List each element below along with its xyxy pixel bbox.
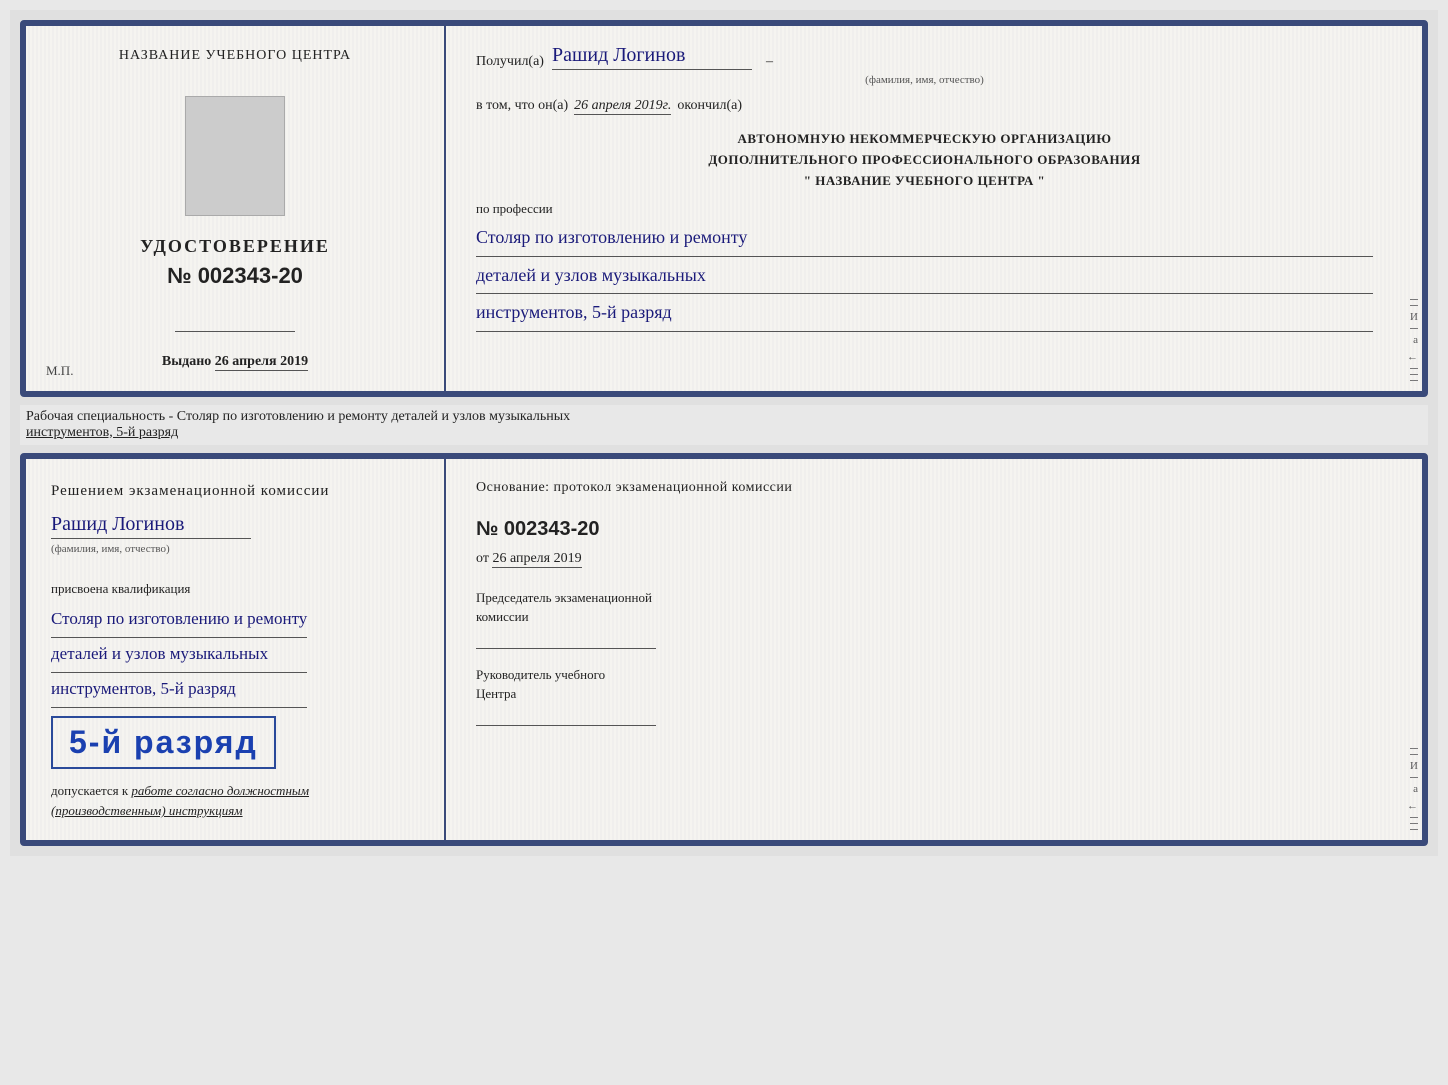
from-prefix: от xyxy=(476,551,489,566)
in-that-line: в том, что он(а) 26 апреля 2019г. окончи… xyxy=(476,98,1373,115)
issued-prefix: Выдано xyxy=(162,354,211,369)
page-wrapper: НАЗВАНИЕ УЧЕБНОГО ЦЕНТРА УДОСТОВЕРЕНИЕ №… xyxy=(10,10,1438,856)
edge-bar xyxy=(1410,817,1418,818)
edge-bar xyxy=(1410,823,1418,824)
org-line1: АВТОНОМНУЮ НЕКОММЕРЧЕСКУЮ ОРГАНИЗАЦИЮ xyxy=(476,129,1373,150)
profession-line1: Столяр по изготовлению и ремонту xyxy=(476,221,1373,256)
between-label: Рабочая специальность - Столяр по изгото… xyxy=(20,405,1428,445)
from-date: от 26 апреля 2019 xyxy=(476,551,1373,568)
edge-bar xyxy=(1410,299,1418,300)
recipient-name-bottom: Рашид Логинов xyxy=(51,513,251,539)
photo-placeholder xyxy=(185,96,285,216)
rank-text: 5-й разряд xyxy=(69,724,258,760)
director-block: Руководитель учебного Центра xyxy=(476,665,1373,726)
chairman-title: Председатель экзаменационной комиссии xyxy=(476,588,1373,627)
top-right-panel: Получил(а) Рашид Логинов – (фамилия, имя… xyxy=(446,26,1403,391)
director-title-2: Центра xyxy=(476,686,516,701)
rank-highlight-box: 5-й разряд xyxy=(51,716,276,769)
basis-title: Основание: протокол экзаменационной коми… xyxy=(476,477,1373,498)
cert-label: УДОСТОВЕРЕНИЕ xyxy=(140,236,330,257)
director-signature-line xyxy=(476,708,656,726)
issued-line: Выдано 26 апреля 2019 xyxy=(162,354,308,371)
name-subtitle-bottom: (фамилия, имя, отчество) xyxy=(51,543,170,555)
issued-date: 26 апреля 2019 xyxy=(215,354,308,371)
recipient-name-top: Рашид Логинов xyxy=(552,44,752,70)
mp-label: М.П. xyxy=(46,363,73,379)
chairman-title-1: Председатель экзаменационной xyxy=(476,590,652,605)
admits-prefix: допускается к xyxy=(51,783,128,798)
top-document-card: НАЗВАНИЕ УЧЕБНОГО ЦЕНТРА УДОСТОВЕРЕНИЕ №… xyxy=(20,20,1428,397)
edge-bar xyxy=(1410,305,1418,306)
edge-bar xyxy=(1410,829,1418,830)
admits-line: допускается к работе согласно должностны… xyxy=(51,781,309,820)
bottom-right-edge: И а ← xyxy=(1403,459,1422,841)
top-center-title: НАЗВАНИЕ УЧЕБНОГО ЦЕНТРА xyxy=(119,46,351,66)
top-left-panel: НАЗВАНИЕ УЧЕБНОГО ЦЕНТРА УДОСТОВЕРЕНИЕ №… xyxy=(26,26,446,391)
org-line2: ДОПОЛНИТЕЛЬНОГО ПРОФЕССИОНАЛЬНОГО ОБРАЗО… xyxy=(476,150,1373,171)
qualification-handwritten: Столяр по изготовлению и ремонту деталей… xyxy=(51,603,307,709)
org-block: АВТОНОМНУЮ НЕКОММЕРЧЕСКУЮ ОРГАНИЗАЦИЮ ДО… xyxy=(476,129,1373,191)
in-that-date: 26 апреля 2019г. xyxy=(574,98,671,115)
qual-line2: деталей и узлов музыкальных xyxy=(51,638,307,673)
protocol-number: № 002343-20 xyxy=(476,518,1373,541)
chairman-signature-line xyxy=(476,631,656,649)
profession-handwritten: Столяр по изготовлению и ремонту деталей… xyxy=(476,221,1373,331)
edge-bar xyxy=(1410,368,1418,369)
finished-label: окончил(а) xyxy=(677,98,742,114)
edge-letter-a2: а xyxy=(1413,783,1418,795)
profession-line2: деталей и узлов музыкальных xyxy=(476,259,1373,294)
profession-line3: инструментов, 5-й разряд xyxy=(476,296,1373,331)
bottom-document-card: Решением экзаменационной комиссии Рашид … xyxy=(20,453,1428,847)
org-line3: " НАЗВАНИЕ УЧЕБНОГО ЦЕНТРА " xyxy=(476,171,1373,192)
qual-line1: Столяр по изготовлению и ремонту xyxy=(51,603,307,638)
edge-letter-i2: И xyxy=(1410,760,1418,772)
edge-letter-i: И xyxy=(1410,311,1418,323)
commission-title: Решением экзаменационной комиссии xyxy=(51,479,329,503)
assigned-label: присвоена квалификация xyxy=(51,581,190,597)
admits-text2: (производственным) инструкциям xyxy=(51,803,243,818)
edge-letter-a: а xyxy=(1413,334,1418,346)
in-that-prefix: в том, что он(а) xyxy=(476,98,568,114)
qual-line3: инструментов, 5-й разряд xyxy=(51,673,307,708)
top-right-edge: И а ← xyxy=(1403,26,1422,391)
panel-divider xyxy=(175,331,295,332)
director-title: Руководитель учебного Центра xyxy=(476,665,1373,704)
director-title-1: Руководитель учебного xyxy=(476,667,605,682)
from-date-val: 26 апреля 2019 xyxy=(492,551,581,568)
received-prefix: Получил(а) xyxy=(476,54,544,70)
cert-number: № 002343-20 xyxy=(167,263,303,289)
bottom-left-panel: Решением экзаменационной комиссии Рашид … xyxy=(26,459,446,841)
chairman-block: Председатель экзаменационной комиссии xyxy=(476,588,1373,649)
chairman-title-2: комиссии xyxy=(476,609,529,624)
edge-letter-arrow: ← xyxy=(1407,351,1418,363)
edge-bar xyxy=(1410,754,1418,755)
edge-letter-arrow2: ← xyxy=(1407,800,1418,812)
bottom-right-panel: Основание: протокол экзаменационной коми… xyxy=(446,459,1403,841)
between-text-plain: Рабочая специальность - Столяр по изгото… xyxy=(26,409,570,424)
profession-prefix: по профессии xyxy=(476,201,1373,217)
dash-1: – xyxy=(766,54,773,70)
between-text-underline: инструментов, 5-й разряд xyxy=(26,425,178,440)
admits-text: работе согласно должностным xyxy=(131,783,309,798)
name-subtitle-top: (фамилия, имя, отчество) xyxy=(476,74,1373,86)
edge-bar xyxy=(1410,748,1418,749)
received-line: Получил(а) Рашид Логинов – xyxy=(476,44,1373,70)
edge-bar xyxy=(1410,328,1418,329)
edge-bar xyxy=(1410,777,1418,778)
edge-bar xyxy=(1410,374,1418,375)
edge-bar xyxy=(1410,380,1418,381)
